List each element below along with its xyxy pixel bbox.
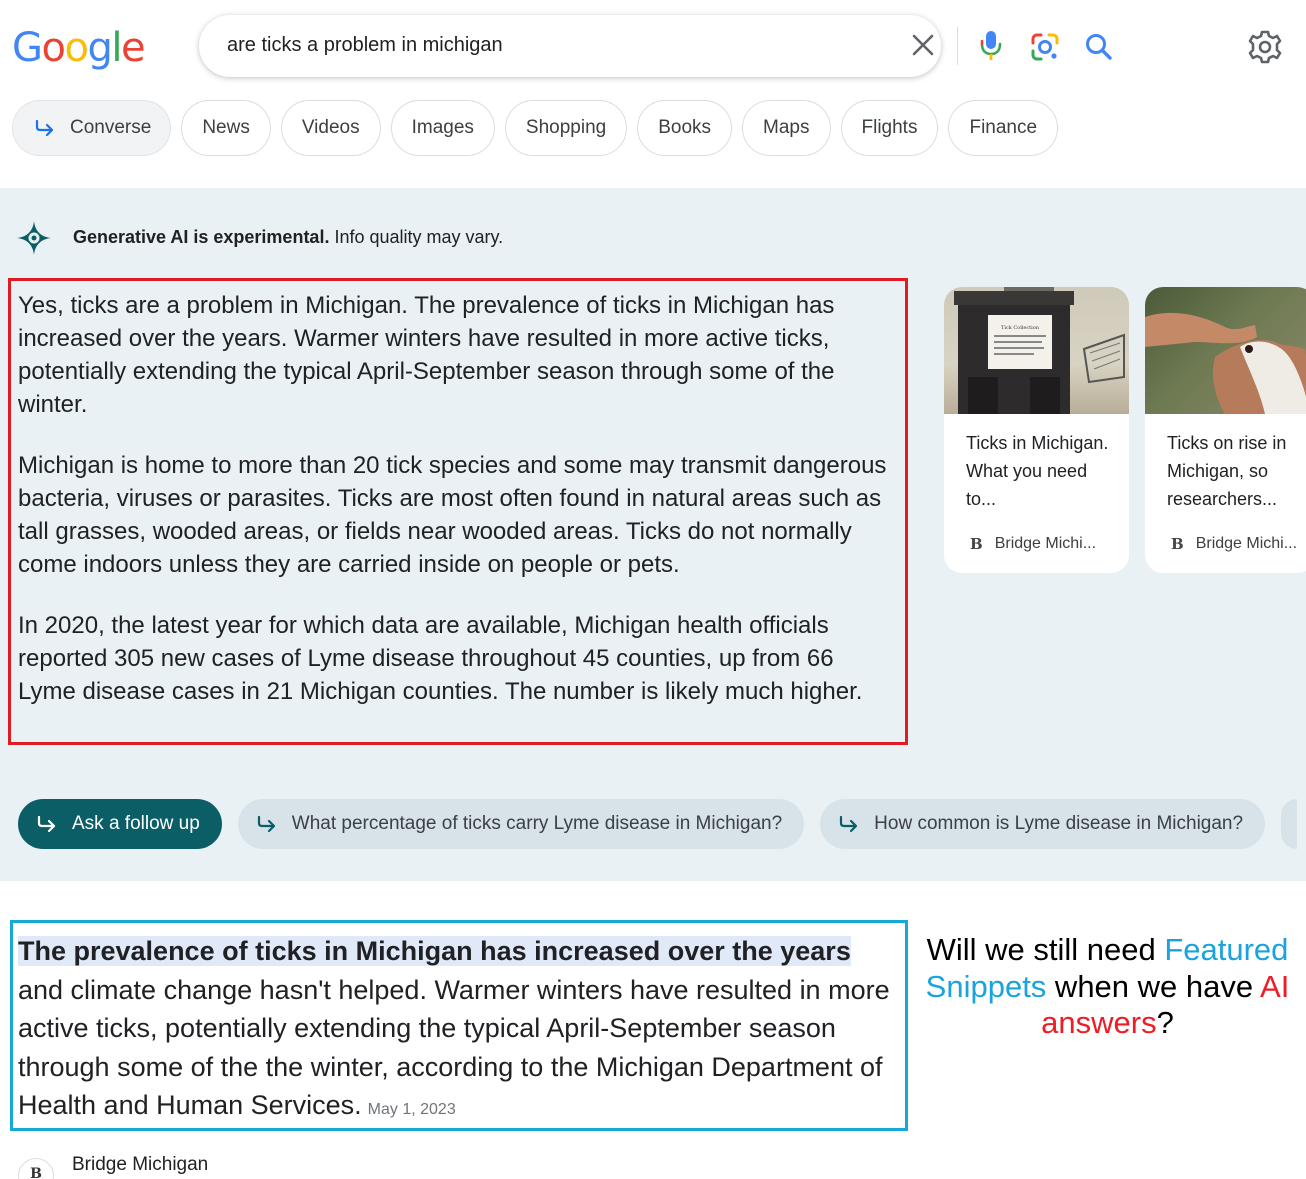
source-card[interactable]: Tick Collection Ticks in Michigan. What … xyxy=(944,287,1129,573)
search-results-page: Google are ticks a problem in michigan C… xyxy=(0,0,1306,1179)
ai-paragraph: Michigan is home to more than 20 tick sp… xyxy=(18,452,887,578)
card-image-text: Tick Collection xyxy=(1001,325,1040,331)
tab-shopping[interactable]: Shopping xyxy=(504,100,628,156)
card-title: Ticks on rise in Michigan, so researcher… xyxy=(1167,433,1287,509)
ai-paragraph: In 2020, the latest year for which data … xyxy=(18,612,863,705)
tab-label: Books xyxy=(658,117,712,138)
ask-follow-up-label: Ask a follow up xyxy=(72,813,200,834)
source-favicon: B xyxy=(970,535,983,553)
search-icon[interactable] xyxy=(1083,31,1115,63)
tab-news[interactable]: News xyxy=(181,100,271,156)
search-input[interactable]: are ticks a problem in michigan xyxy=(227,34,503,57)
ask-follow-up-button[interactable]: Ask a follow up xyxy=(18,799,222,849)
tick-collection-box-image: Tick Collection xyxy=(954,287,1125,414)
follow-up-arrow-icon xyxy=(840,815,858,833)
suggestion-chip-overflow[interactable] xyxy=(1281,799,1298,849)
snippet-date: May 1, 2023 xyxy=(367,1101,456,1119)
card-thumbnail xyxy=(1145,287,1306,414)
suggestion-label: How common is Lyme disease in Michigan? xyxy=(874,813,1244,834)
tab-label: News xyxy=(202,117,250,138)
ai-paragraph: Yes, ticks are a problem in Michigan. Th… xyxy=(18,292,835,418)
follow-up-arrow-icon xyxy=(35,119,54,137)
tab-label: Images xyxy=(411,117,474,138)
tab-books[interactable]: Books xyxy=(637,100,733,156)
follow-up-arrow-icon xyxy=(37,815,56,833)
tab-label: Finance xyxy=(969,117,1038,138)
google-lens-icon[interactable] xyxy=(1029,31,1061,63)
suggestion-label: What percentage of ticks carry Lyme dise… xyxy=(291,813,783,834)
microphone-icon[interactable] xyxy=(977,29,1005,63)
source-name: Bridge Michi... xyxy=(994,535,1097,552)
tab-label: Converse xyxy=(70,117,152,138)
snippet-text: and climate change hasn't helped. Warmer… xyxy=(18,974,890,1121)
source-favicon[interactable]: B xyxy=(18,1158,54,1179)
tab-label: Videos xyxy=(301,117,360,138)
search-tabs: Converse News Videos Images Shopping Boo… xyxy=(12,100,1059,156)
sparkle-icon xyxy=(17,221,51,255)
source-card[interactable]: Ticks on rise in Michigan, so researcher… xyxy=(1145,287,1306,573)
source-favicon: B xyxy=(1171,535,1184,553)
card-title: Ticks in Michigan. What you need to... xyxy=(966,433,1109,509)
snippet-highlight: The prevalence of ticks in Michigan has … xyxy=(18,936,851,966)
ai-answer-text: Yes, ticks are a problem in Michigan. Th… xyxy=(8,278,908,745)
tab-flights[interactable]: Flights xyxy=(840,100,939,156)
card-thumbnail: Tick Collection xyxy=(944,287,1129,414)
featured-snippet: The prevalence of ticks in Michigan has … xyxy=(10,920,908,1131)
follow-up-arrow-icon xyxy=(257,815,275,833)
gear-icon[interactable] xyxy=(1246,28,1284,66)
card-source: B Bridge Michi... xyxy=(970,535,1096,553)
tab-videos[interactable]: Videos xyxy=(280,100,381,156)
tab-label: Maps xyxy=(763,117,810,138)
card-source: B Bridge Michi... xyxy=(1171,535,1297,553)
tab-images[interactable]: Images xyxy=(390,100,495,156)
search-box[interactable]: are ticks a problem in michigan xyxy=(199,15,1112,77)
annotation-question: Will we still need Featured Snippets whe… xyxy=(925,932,1290,1040)
snippet-source-name[interactable]: Bridge Michigan xyxy=(72,1154,208,1176)
tab-maps[interactable]: Maps xyxy=(742,100,831,156)
tab-finance[interactable]: Finance xyxy=(948,100,1059,156)
search-box-divider xyxy=(957,27,958,65)
google-logo[interactable]: Google xyxy=(12,24,146,72)
ai-overview-panel: Generative AI is experimental. Info qual… xyxy=(0,188,1306,881)
source-name: Bridge Michi... xyxy=(1195,535,1298,552)
suggestion-chip[interactable]: How common is Lyme disease in Michigan? xyxy=(820,799,1266,849)
tab-label: Flights xyxy=(861,117,918,138)
hands-tick-drag-image xyxy=(1145,312,1306,414)
tab-label: Shopping xyxy=(525,117,607,138)
ai-disclaimer: Generative AI is experimental. Info qual… xyxy=(73,227,504,247)
close-icon[interactable] xyxy=(907,31,939,61)
tab-converse[interactable]: Converse xyxy=(12,100,172,156)
follow-up-row: Ask a follow up What percentage of ticks… xyxy=(18,799,1298,849)
suggestion-chip[interactable]: What percentage of ticks carry Lyme dise… xyxy=(237,799,805,849)
